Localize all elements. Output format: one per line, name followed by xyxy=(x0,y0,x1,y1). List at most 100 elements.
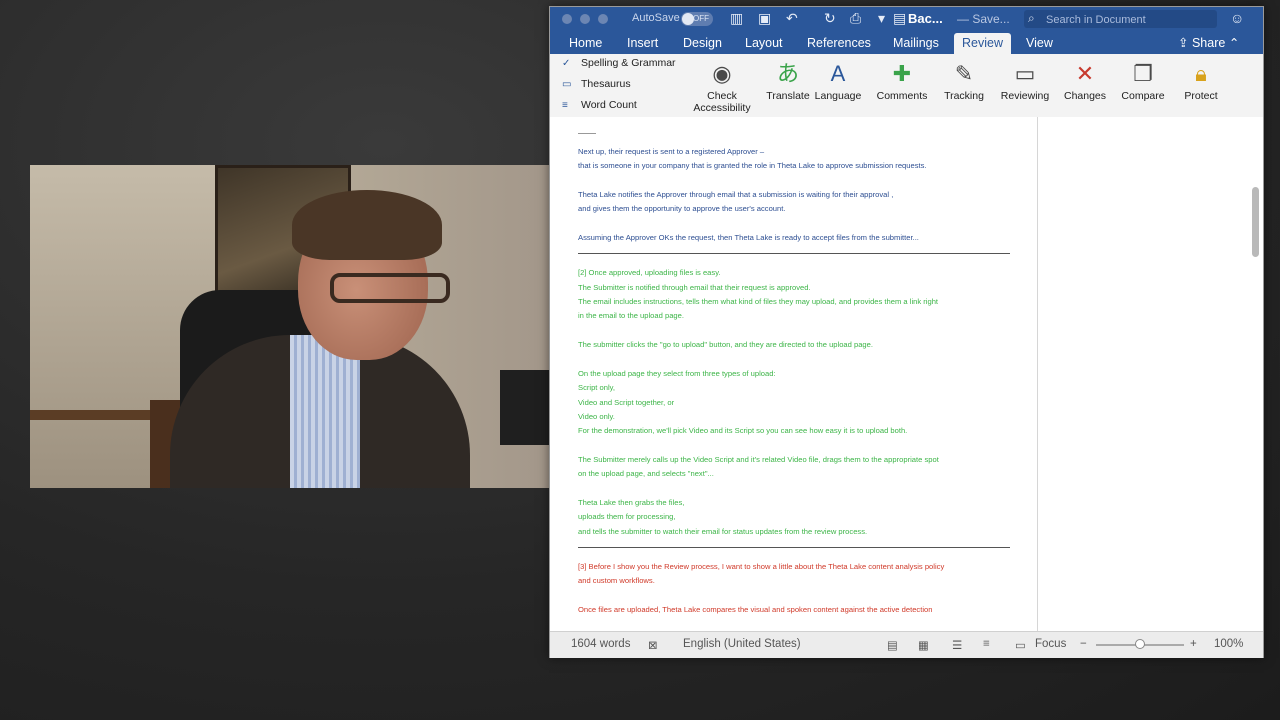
tracking-icon: ✎ xyxy=(954,61,974,86)
changes-button[interactable]: ✕ Changes xyxy=(1062,58,1108,102)
translate-icon: あ xyxy=(776,61,799,86)
search-icon: ⌕ xyxy=(1028,11,1035,25)
doc-line: that is someone in your company that is … xyxy=(578,161,927,171)
doc-line: On the upload page they select from thre… xyxy=(578,368,776,378)
autosave-toggle[interactable]: OFF xyxy=(681,12,713,26)
tab-mailings[interactable]: Mailings xyxy=(885,35,947,51)
doc-line: The email includes instructions, tells t… xyxy=(578,297,939,307)
tab-review[interactable]: Review xyxy=(954,33,1011,54)
lock-icon: 🔒︎ xyxy=(1195,61,1207,86)
accessibility-icon: ◉ xyxy=(712,61,732,86)
share-button[interactable]: ⇪ Share ⌃ xyxy=(1178,35,1239,50)
tab-design[interactable]: Design xyxy=(675,35,730,51)
translate-button[interactable]: あ Translate xyxy=(766,58,810,102)
reviewing-pane-icon: ▭ xyxy=(1014,61,1036,86)
doc-line: and tells the submitter to watch their e… xyxy=(578,526,868,536)
spelling-check-icon: ✓ xyxy=(562,58,571,69)
search-box: ⌕ xyxy=(1024,10,1218,29)
zoom-in-button[interactable]: + xyxy=(1190,638,1197,650)
autosave-label: AutoSave xyxy=(632,12,680,24)
tracking-button[interactable]: ✎ Tracking xyxy=(940,58,988,102)
spelling-grammar-button[interactable]: ✓ Spelling & Grammar xyxy=(562,57,676,69)
status-bar: 1604 words ⊠ English (United States) ▤ ▦… xyxy=(550,631,1263,658)
doc-line: Theta Lake notifies the Approver through… xyxy=(578,190,894,200)
word-count-status[interactable]: 1604 words xyxy=(571,638,630,650)
compare-button[interactable]: ❐ Compare xyxy=(1120,58,1166,102)
ribbon-tabs: Home Insert Design Layout References Mai… xyxy=(550,32,1263,54)
doc-line: The Submitter is notified through email … xyxy=(578,282,811,292)
doc-line: on the upload page, and selects "next"..… xyxy=(578,469,714,479)
share-icon: ⇪ xyxy=(1178,36,1189,50)
webcam-printer xyxy=(500,370,550,445)
word-window: AutoSave OFF ▥ ▣ ↶ ↻ ⎙ ▾ ▤ Bac... — Save… xyxy=(549,6,1264,658)
doc-line: Assuming the Approver OKs the request, t… xyxy=(578,233,919,243)
reviewing-button[interactable]: ▭ Reviewing xyxy=(999,58,1051,102)
document-page[interactable]: Next up, their request is sent to a regi… xyxy=(578,131,1010,617)
vertical-scrollbar[interactable] xyxy=(1252,187,1259,257)
zoom-level[interactable]: 100% xyxy=(1214,638,1243,650)
protect-button[interactable]: 🔒︎ Protect xyxy=(1181,58,1221,102)
doc-line: Video and Script together, or xyxy=(578,397,675,407)
doc-line: The Submitter merely calls up the Video … xyxy=(578,454,939,464)
draft-view-icon[interactable]: ≡ xyxy=(983,638,990,650)
webcam-person-hair xyxy=(292,190,442,260)
tab-insert[interactable]: Insert xyxy=(619,35,666,51)
webcam-person-glasses xyxy=(330,273,450,303)
section-divider xyxy=(578,253,1010,255)
customize-toolbar-icon[interactable]: ▾ xyxy=(878,10,885,27)
doc-line: Script only, xyxy=(578,383,615,393)
outline-view-icon[interactable]: ☰ xyxy=(952,638,962,652)
tab-layout[interactable]: Layout xyxy=(737,35,791,51)
focus-icon[interactable]: ▭ xyxy=(1015,638,1026,652)
document-title: Bac... xyxy=(908,11,943,26)
sidebar-icon[interactable]: ▥ xyxy=(730,10,743,27)
tab-references[interactable]: References xyxy=(799,35,879,51)
change-bar xyxy=(578,133,596,134)
reject-change-icon: ✕ xyxy=(1075,61,1095,86)
doc-line: For the demonstration, we'll pick Video … xyxy=(578,426,908,436)
review-ribbon: ✓ Spelling & Grammar ▭ Thesaurus ≡ Word Cou… xyxy=(550,54,1263,118)
thesaurus-button[interactable]: ▭ Thesaurus xyxy=(562,78,631,90)
comments-button[interactable]: ✚ Comments xyxy=(876,58,928,102)
document-icon: ▤ xyxy=(893,10,907,26)
check-accessibility-button[interactable]: ◉ Check Accessibility xyxy=(693,58,751,114)
focus-button[interactable]: Focus xyxy=(1035,638,1066,650)
doc-line: [2] Once approved, uploading files is ea… xyxy=(578,268,721,278)
language-status[interactable]: English (United States) xyxy=(683,638,801,650)
word-count-button[interactable]: ≡ Word Count xyxy=(562,99,637,111)
webcam-video xyxy=(30,165,550,488)
redo-icon[interactable]: ↻ xyxy=(824,10,836,27)
undo-icon[interactable]: ↶ xyxy=(786,10,798,27)
language-button[interactable]: A Language xyxy=(814,58,862,102)
zoom-slider-handle[interactable] xyxy=(1135,639,1145,649)
zoom-window-button[interactable] xyxy=(598,14,608,24)
tab-home[interactable]: Home xyxy=(561,35,610,51)
doc-line: The submitter clicks the "go to upload" … xyxy=(578,340,873,350)
print-icon[interactable]: ⎙ xyxy=(850,10,861,27)
doc-line: Next up, their request is sent to a regi… xyxy=(578,147,765,156)
title-bar: AutoSave OFF ▥ ▣ ↶ ↻ ⎙ ▾ ▤ Bac... — Save… xyxy=(550,7,1263,32)
doc-line: Once files are uploaded, Theta Lake comp… xyxy=(578,604,933,614)
document-status: — Save... xyxy=(957,12,1010,26)
document-canvas[interactable]: Next up, their request is sent to a regi… xyxy=(550,117,1263,631)
language-icon: A xyxy=(830,61,846,86)
close-window-button[interactable] xyxy=(562,14,572,24)
thesaurus-icon: ▭ xyxy=(562,79,572,90)
tab-view[interactable]: View xyxy=(1018,35,1061,51)
web-layout-icon[interactable]: ▦ xyxy=(918,638,929,652)
compare-icon: ❐ xyxy=(1133,61,1153,86)
search-input[interactable] xyxy=(1044,11,1218,29)
doc-line: [3] Before I show you the Review process… xyxy=(578,561,945,571)
proofing-status-icon[interactable]: ⊠ xyxy=(648,638,658,652)
print-layout-icon[interactable]: ▤ xyxy=(887,638,898,652)
collapse-ribbon-icon[interactable]: ⌃ xyxy=(1229,36,1239,50)
doc-line: and custom workflows. xyxy=(578,576,655,586)
doc-line: uploads them for processing, xyxy=(578,512,676,522)
smiley-feedback-icon[interactable]: ☺ xyxy=(1230,10,1244,26)
minimize-window-button[interactable] xyxy=(580,14,590,24)
doc-line: and gives them the opportunity to approv… xyxy=(578,204,786,214)
comment-icon: ✚ xyxy=(892,61,912,86)
save-icon[interactable]: ▣ xyxy=(758,10,771,27)
doc-line: Video only. xyxy=(578,411,615,421)
zoom-out-button[interactable]: − xyxy=(1080,638,1087,650)
